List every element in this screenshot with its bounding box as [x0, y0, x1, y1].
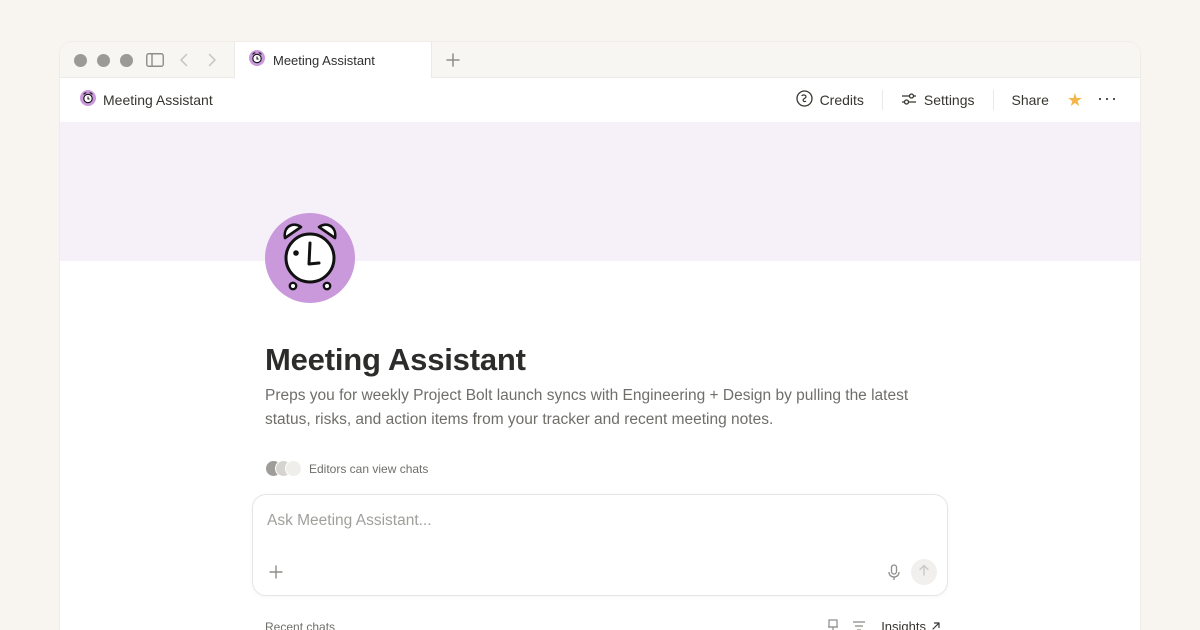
recent-chats-label: Recent chats: [265, 620, 336, 630]
permissions-text: Editors can view chats: [309, 462, 429, 476]
filter-icon[interactable]: [851, 618, 867, 630]
top-actions: Credits Settings Share ★ ···: [788, 78, 1124, 122]
divider: [881, 90, 883, 110]
arrow-up-icon: [918, 563, 930, 581]
credits-label: Credits: [819, 92, 864, 108]
new-tab-icon[interactable]: [442, 49, 464, 71]
share-label: Share: [1011, 92, 1049, 108]
agent-description: Preps you for weekly Project Bolt launch…: [265, 387, 909, 428]
alarm-clock-icon: [80, 89, 96, 111]
window-close-button[interactable]: [74, 54, 87, 67]
alarm-clock-icon: [279, 218, 341, 299]
favorite-star-icon[interactable]: ★: [1057, 90, 1087, 111]
editor-avatars: [265, 460, 303, 478]
breadcrumb[interactable]: Meeting Assistant: [80, 78, 213, 122]
more-options-icon[interactable]: ···: [1087, 88, 1124, 113]
share-button[interactable]: Share: [1004, 86, 1057, 114]
pin-icon[interactable]: [825, 618, 841, 630]
agent-avatar: [265, 213, 355, 303]
window-minimize-button[interactable]: [97, 54, 110, 67]
tab-title: Meeting Assistant: [273, 53, 375, 68]
tab-meeting-assistant[interactable]: Meeting Assistant: [234, 42, 432, 79]
chat-input[interactable]: [267, 509, 907, 533]
app-window: Meeting Assistant Meeting Assistant Cred…: [60, 42, 1140, 630]
window-maximize-button[interactable]: [120, 54, 133, 67]
recent-tools: Insights: [815, 618, 941, 630]
alarm-clock-icon: [249, 50, 265, 71]
top-bar: Meeting Assistant Credits Settings Share…: [60, 78, 1140, 122]
microphone-icon[interactable]: [885, 563, 903, 581]
forward-icon[interactable]: [202, 49, 222, 71]
credits-icon: [795, 90, 813, 110]
tab-bar: Meeting Assistant: [60, 42, 1140, 79]
cover-banner: [60, 122, 1140, 261]
settings-label: Settings: [923, 92, 975, 108]
back-icon[interactable]: [174, 49, 194, 71]
sliders-icon: [901, 92, 917, 109]
send-button[interactable]: [911, 559, 937, 585]
recent-chats-header: Recent chats Insights: [265, 618, 941, 630]
chat-permissions[interactable]: Editors can view chats: [265, 460, 428, 478]
add-attachment-icon[interactable]: [267, 563, 285, 581]
sidebar-toggle-icon[interactable]: [144, 49, 166, 71]
insights-link[interactable]: Insights: [881, 619, 941, 630]
divider: [992, 90, 994, 110]
settings-button[interactable]: Settings: [893, 86, 983, 114]
credits-button[interactable]: Credits: [788, 86, 872, 114]
insights-label: Insights: [881, 618, 926, 630]
page-title: Meeting Assistant: [265, 342, 526, 377]
breadcrumb-title: Meeting Assistant: [103, 92, 213, 108]
avatar: [285, 460, 302, 477]
chat-composer: [252, 494, 948, 596]
external-arrow-icon: [931, 619, 941, 630]
